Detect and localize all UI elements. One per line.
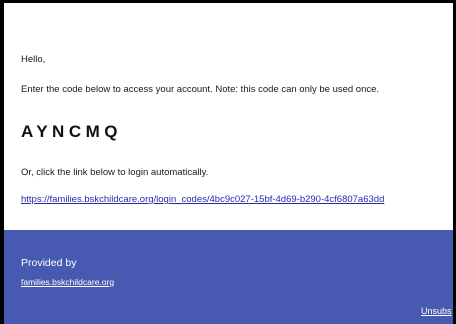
login-instruction-text: Or, click the link below to login automa… bbox=[21, 167, 209, 178]
auto-login-link[interactable]: https://families.bskchildcare.org/login_… bbox=[21, 194, 384, 206]
provided-by-text: Provided by bbox=[21, 257, 77, 269]
greeting-text: Hello, bbox=[21, 54, 46, 65]
access-code: AYNCMQ bbox=[21, 122, 122, 141]
email-window: Hello, Enter the code below to access yo… bbox=[0, 0, 456, 324]
instruction-text: Enter the code below to access your acco… bbox=[21, 84, 380, 95]
provider-site-link[interactable]: families.bskchildcare.org bbox=[21, 277, 114, 288]
email-footer: Provided by families.bskchildcare.org Un… bbox=[4, 230, 453, 324]
unsubscribe-link[interactable]: Unsubs bbox=[421, 306, 452, 317]
email-body: Hello, Enter the code below to access yo… bbox=[4, 3, 453, 230]
